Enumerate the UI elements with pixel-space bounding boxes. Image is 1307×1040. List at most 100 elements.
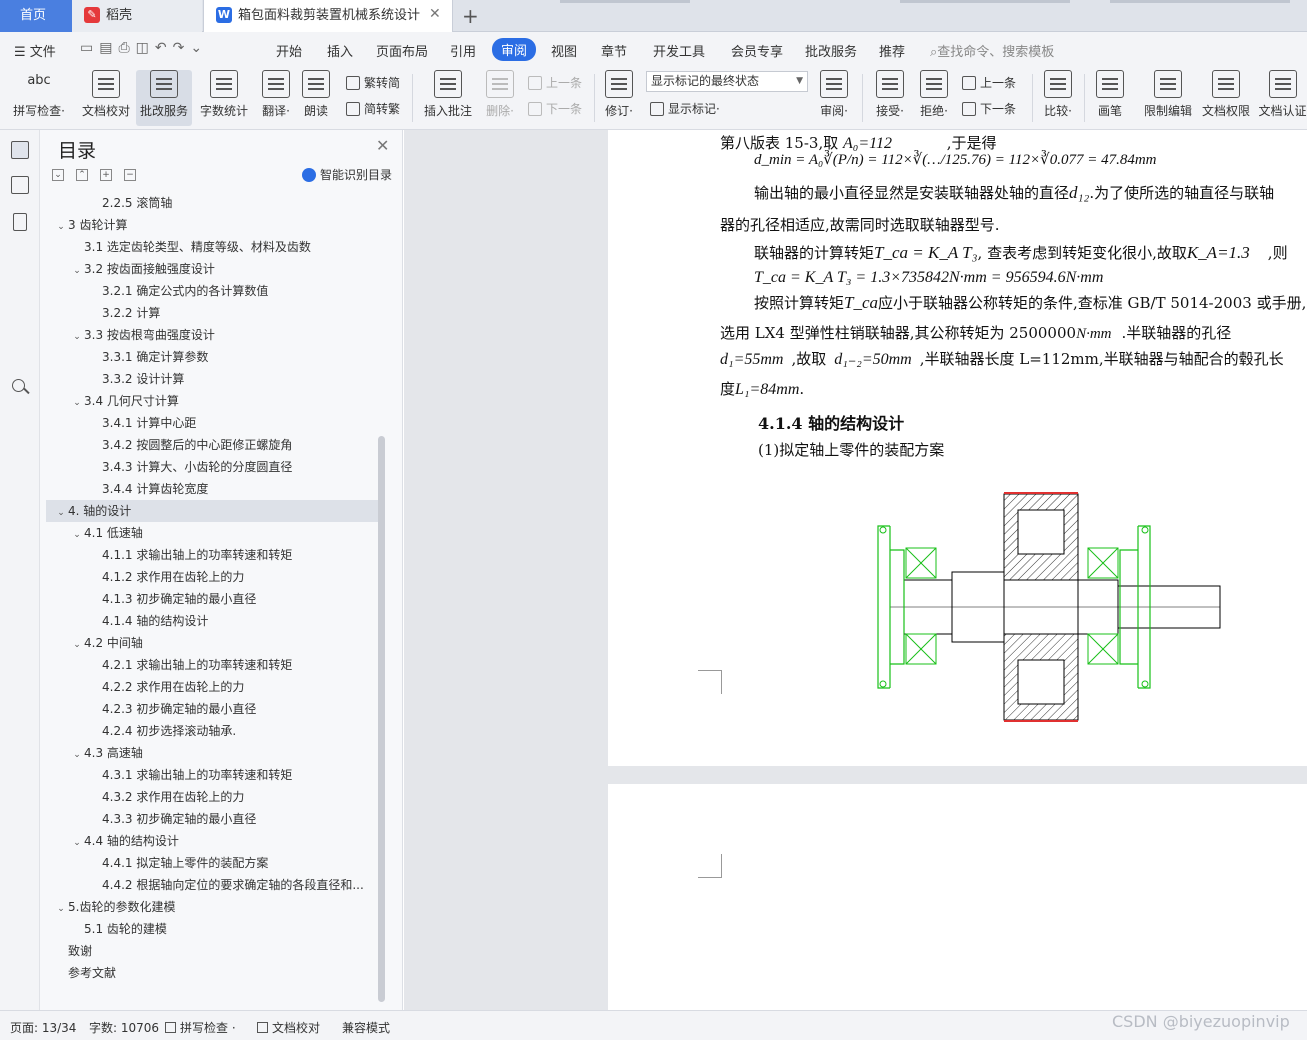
toc-item[interactable]: 3.4.1 计算中心距 (46, 412, 379, 434)
next-comment-button[interactable]: 下一条 (528, 100, 582, 117)
doc-proofread-toggle[interactable]: 文档校对 (257, 1019, 320, 1036)
tab-document[interactable]: W 箱包面料裁剪装置机械系统设计 (203, 0, 453, 32)
toc-item[interactable]: 3.4.3 计算大、小齿轮的分度圆直径 (46, 456, 379, 478)
menu-chapter[interactable]: 章节 (601, 41, 627, 60)
translate-button[interactable]: 翻译· (256, 70, 296, 119)
page-indicator[interactable]: 页面: 13/34 (10, 1019, 76, 1036)
toc-item[interactable]: 4.1.3 初步确定轴的最小直径 (46, 588, 379, 610)
word-count[interactable]: 字数: 10706 (89, 1019, 159, 1036)
toc-item[interactable]: 4.2.4 初步选择滚动轴承. (46, 720, 379, 742)
chevron-down-icon[interactable]: ⌄ (70, 326, 84, 346)
close-icon[interactable]: ✕ (376, 136, 389, 155)
menu-file[interactable]: ☰ 文件 (14, 41, 56, 60)
menu-batch-service[interactable]: 批改服务 (805, 41, 857, 60)
read-aloud-button[interactable]: 朗读 (300, 70, 332, 119)
reject-button[interactable]: 拒绝· (914, 70, 954, 119)
menu-recommend[interactable]: 推荐 (879, 41, 905, 60)
command-search[interactable]: ⌕查找命令、搜索模板 (930, 41, 1054, 60)
toc-scrollbar[interactable] (378, 436, 385, 1002)
chevron-down-icon[interactable]: ⌄ (54, 216, 68, 236)
insert-comment-button[interactable]: 插入批注 (420, 70, 476, 119)
menu-member[interactable]: 会员专享 (731, 41, 783, 60)
chevron-down-icon[interactable]: ⌄ (70, 832, 84, 852)
toc-item[interactable]: 3.4.2 按圆整后的中心距修正螺旋角 (46, 434, 379, 456)
chevron-down-icon[interactable]: ⌄ (70, 392, 84, 412)
toc-item[interactable]: 3.3.2 设计计算 (46, 368, 379, 390)
new-tab-icon[interactable]: + (462, 3, 479, 29)
toc-item[interactable]: ⌄ 4.1 低速轴 (46, 522, 379, 544)
expand-all-icon[interactable]: ⌃ (76, 169, 88, 181)
toc-item[interactable]: 4.3.1 求输出轴上的功率转速和转矩 (46, 764, 379, 786)
chevron-down-icon[interactable]: ⌄ (54, 898, 68, 918)
toc-item[interactable]: 5.1 齿轮的建模 (46, 918, 379, 940)
restrict-edit-button[interactable]: 限制编辑 (1140, 70, 1196, 119)
menu-insert[interactable]: 插入 (327, 41, 353, 60)
spell-check-button[interactable]: abc 拼写检查· (8, 70, 70, 119)
chapter-nav-icon[interactable] (11, 176, 29, 194)
toc-item[interactable]: 4.2.3 初步确定轴的最小直径 (46, 698, 379, 720)
toc-item[interactable]: 3.4.4 计算齿轮宽度 (46, 478, 379, 500)
add-heading-icon[interactable]: + (100, 169, 112, 181)
toc-item[interactable]: 4.3.2 求作用在齿轮上的力 (46, 786, 379, 808)
toc-item[interactable]: 参考文献 (46, 962, 379, 984)
chevron-down-icon[interactable]: ⌄ (70, 260, 84, 280)
toc-item[interactable]: ⌄ 4. 轴的设计 (46, 500, 379, 522)
doc-certify-button[interactable]: 文档认证 (1258, 70, 1307, 119)
menu-dev-tools[interactable]: 开发工具 (653, 41, 705, 60)
toc-item[interactable]: 3.2.1 确定公式内的各计算数值 (46, 280, 379, 302)
prev-change-button[interactable]: 上一条 (962, 74, 1016, 91)
review-pane-button[interactable]: 审阅· (814, 70, 854, 119)
batch-service-button[interactable]: 批改服务 (136, 70, 192, 126)
chevron-down-icon[interactable]: ⌄ (54, 502, 68, 522)
toc-panel-icon[interactable] (11, 141, 29, 159)
quick-access-icons[interactable]: ▭▤⎙◫↶↷⌄ (80, 40, 208, 56)
toc-item[interactable]: 致谢 (46, 940, 379, 962)
toc-item[interactable]: 3.1 选定齿轮类型、精度等级、材料及齿数 (46, 236, 379, 258)
toc-item[interactable]: 4.3.3 初步确定轴的最小直径 (46, 808, 379, 830)
doc-permission-button[interactable]: 文档权限 (1198, 70, 1254, 119)
menu-reference[interactable]: 引用 (450, 41, 476, 60)
toc-item[interactable]: 4.2.2 求作用在齿轮上的力 (46, 676, 379, 698)
toc-item[interactable]: 4.1.1 求输出轴上的功率转速和转矩 (46, 544, 379, 566)
toc-item[interactable]: 4.2.1 求输出轴上的功率转速和转矩 (46, 654, 379, 676)
toc-item[interactable]: ⌄ 5.齿轮的参数化建模 (46, 896, 379, 918)
tab-daoke[interactable]: ✎ 稻壳 (72, 0, 202, 32)
spell-check-toggle[interactable]: 拼写检查 · (165, 1019, 236, 1036)
pen-button[interactable]: 画笔 (1092, 70, 1128, 119)
word-count-button[interactable]: 字数统计 (196, 70, 252, 119)
chevron-down-icon[interactable]: ⌄ (70, 744, 84, 764)
toc-item[interactable]: 4.4.1 拟定轴上零件的装配方案 (46, 852, 379, 874)
tab-close-icon[interactable]: ✕ (429, 6, 441, 22)
menu-page-layout[interactable]: 页面布局 (376, 41, 428, 60)
delete-comment-button[interactable]: 删除· (480, 70, 520, 119)
toc-item[interactable]: ⌄ 4.2 中间轴 (46, 632, 379, 654)
compare-button[interactable]: 比较· (1038, 70, 1078, 119)
toc-item[interactable]: 2.2.5 滚筒轴 (46, 192, 379, 214)
toc-item[interactable]: ⌄ 3.3 按齿根弯曲强度设计 (46, 324, 379, 346)
doc-proofread-button[interactable]: 文档校对 (78, 70, 134, 119)
chevron-down-icon[interactable]: ⌄ (70, 524, 84, 544)
toc-item[interactable]: ⌄ 3.2 按齿面接触强度设计 (46, 258, 379, 280)
bookmark-icon[interactable] (13, 213, 27, 231)
toc-item[interactable]: ⌄ 3 齿轮计算 (46, 214, 379, 236)
toc-item[interactable]: 4.1.4 轴的结构设计 (46, 610, 379, 632)
toc-item[interactable]: 4.4.2 根据轴向定位的要求确定轴的各段直径和... (46, 874, 379, 896)
toc-item[interactable]: 4.1.2 求作用在齿轮上的力 (46, 566, 379, 588)
toc-item[interactable]: 3.3.1 确定计算参数 (46, 346, 379, 368)
smart-toc-button[interactable]: 智能识别目录 (302, 166, 392, 183)
toc-item[interactable]: ⌄ 4.3 高速轴 (46, 742, 379, 764)
menu-view[interactable]: 视图 (551, 41, 577, 60)
remove-heading-icon[interactable]: − (124, 169, 136, 181)
search-icon[interactable] (12, 379, 25, 392)
menu-start[interactable]: 开始 (276, 41, 302, 60)
toc-item[interactable]: ⌄ 3.4 几何尺寸计算 (46, 390, 379, 412)
chevron-down-icon[interactable]: ⌄ (70, 634, 84, 654)
simp-to-trad-button[interactable]: 简转繁 (346, 100, 400, 117)
menu-review[interactable]: 审阅 (492, 38, 537, 61)
toc-item[interactable]: 3.2.2 计算 (46, 302, 379, 324)
tab-home[interactable]: 首页 (0, 0, 72, 32)
toc-item[interactable]: ⌄ 4.4 轴的结构设计 (46, 830, 379, 852)
next-change-button[interactable]: 下一条 (962, 100, 1016, 117)
accept-button[interactable]: 接受· (870, 70, 910, 119)
markup-state-select[interactable]: 显示标记的最终状态 ▼ (646, 71, 808, 92)
